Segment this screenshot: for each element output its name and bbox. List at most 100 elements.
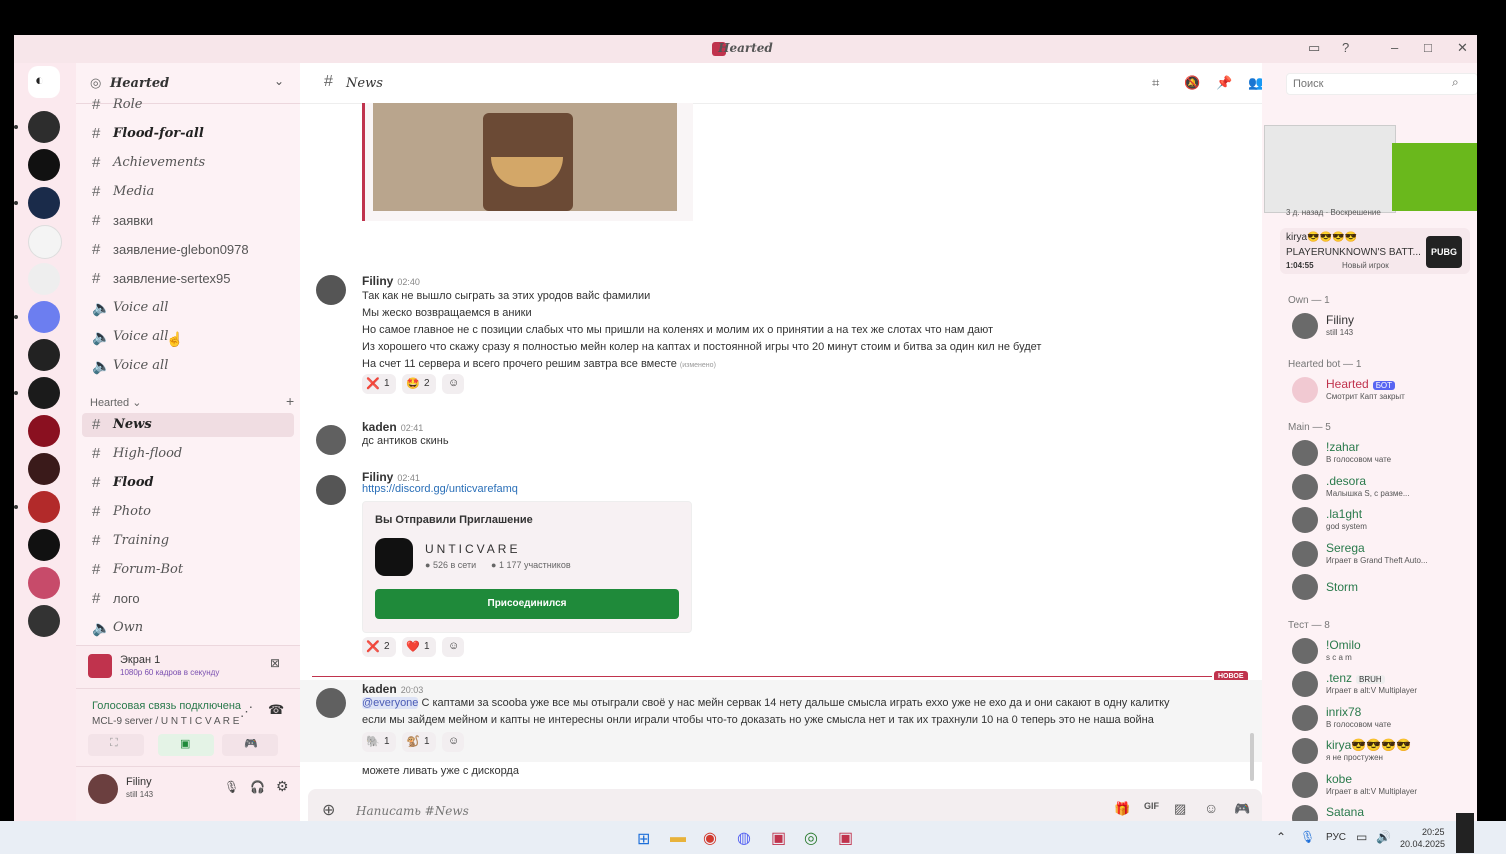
channel-top-3[interactable]: # Media xyxy=(82,180,294,204)
channel-top-5[interactable]: # заявление-glebon0978 xyxy=(82,238,294,262)
mic-tray-icon[interactable]: 🎙 xyxy=(1300,830,1315,844)
message-author[interactable]: kaden xyxy=(362,682,397,696)
add-attachment-icon[interactable]: ⊕ xyxy=(322,800,335,820)
avatar[interactable] xyxy=(1292,738,1318,764)
server-icon[interactable] xyxy=(28,301,60,333)
noise-suppression-icon[interactable]: ⋰ xyxy=(240,704,253,720)
chevron-up-icon[interactable]: ⌃ xyxy=(1276,830,1286,844)
gif-icon[interactable]: GIF xyxy=(1144,801,1159,811)
server-icon[interactable] xyxy=(28,491,60,523)
server-icon[interactable] xyxy=(28,187,60,219)
reaction[interactable]: ❌ 2 xyxy=(362,637,396,657)
stop-stream-icon[interactable]: ⊠ xyxy=(270,656,280,670)
channel-top-9[interactable]: 🔈 Voice all xyxy=(82,354,294,378)
add-channel-icon[interactable]: + xyxy=(286,393,294,409)
channel-bottom-1[interactable]: # High-flood xyxy=(82,442,294,466)
channel-bottom-2[interactable]: # Flood xyxy=(82,471,294,495)
channel-bottom-5[interactable]: # Forum-Bot xyxy=(82,558,294,582)
channel-top-6[interactable]: # заявление-sertex95 xyxy=(82,267,294,291)
message-author[interactable]: Filiny xyxy=(362,274,393,288)
avatar[interactable] xyxy=(316,275,346,305)
gift-icon[interactable]: 🎁 xyxy=(1114,801,1130,817)
reaction[interactable]: 🐘 1 xyxy=(362,732,396,752)
file-explorer-icon[interactable]: ▬ xyxy=(670,829,686,847)
member-name[interactable]: kobe xyxy=(1326,772,1352,786)
category-hearted[interactable]: Hearted ⌄ xyxy=(90,396,141,409)
emoji-icon[interactable]: ☺ xyxy=(1204,800,1218,816)
server-icon[interactable] xyxy=(28,149,60,181)
avatar[interactable] xyxy=(1292,671,1318,697)
activity-card[interactable]: kirya😎😎😎😎 PLAYERUNKNOWN'S BATT... 1:04:5… xyxy=(1280,228,1470,274)
embed-image[interactable] xyxy=(373,103,677,211)
everyone-mention[interactable]: @everyone xyxy=(362,697,419,709)
avatar[interactable] xyxy=(1292,771,1318,798)
reaction[interactable]: ❤️ 1 xyxy=(402,637,436,657)
message-input[interactable] xyxy=(354,800,1058,821)
screen-share-button[interactable]: ▣ xyxy=(158,734,214,756)
reaction[interactable]: 🤩 2 xyxy=(402,374,436,394)
avatar[interactable] xyxy=(88,774,118,804)
discord-taskbar-icon[interactable]: ◍ xyxy=(737,828,751,848)
server-icon[interactable] xyxy=(28,605,60,637)
member-name[interactable]: .tenz BRUH xyxy=(1326,671,1385,685)
channel-top-4[interactable]: # заявки xyxy=(82,209,294,233)
search-icon[interactable]: ⌕ xyxy=(1452,75,1459,90)
server-icon[interactable] xyxy=(28,567,60,599)
avatar[interactable] xyxy=(1292,805,1318,821)
discord-home-icon[interactable]: ◐ xyxy=(28,66,60,98)
notification-icon[interactable] xyxy=(1456,813,1474,853)
avatar[interactable] xyxy=(1292,473,1318,500)
activity-button[interactable]: 🎮 xyxy=(222,734,278,756)
avatar[interactable] xyxy=(316,425,346,455)
close-icon[interactable]: ✕ xyxy=(1457,40,1468,56)
clock-date[interactable]: 20.04.2025 xyxy=(1400,839,1445,849)
server-icon[interactable] xyxy=(28,111,60,143)
member-name[interactable]: !Omilo xyxy=(1326,638,1361,652)
add-reaction-button[interactable]: ☺ xyxy=(442,637,464,657)
avatar[interactable] xyxy=(316,475,346,505)
avatar[interactable] xyxy=(1292,574,1318,600)
avatar[interactable] xyxy=(316,688,346,718)
server-icon[interactable] xyxy=(28,415,60,447)
windows-start-icon[interactable]: ⊞ xyxy=(637,829,650,849)
clock-time[interactable]: 20:25 xyxy=(1422,827,1445,837)
member-name[interactable]: Storm xyxy=(1326,580,1358,594)
member-name[interactable]: .desora xyxy=(1326,474,1366,488)
language-indicator[interactable]: РУС xyxy=(1326,832,1346,843)
apps-icon[interactable]: 🎮 xyxy=(1234,801,1250,817)
app-taskbar-icon[interactable]: ▣ xyxy=(838,828,853,848)
headphones-icon[interactable]: 🎧 xyxy=(250,780,265,794)
minimize-icon[interactable]: – xyxy=(1391,40,1398,55)
server-icon[interactable] xyxy=(28,377,60,409)
avatar[interactable] xyxy=(1292,507,1318,533)
message-author[interactable]: kaden xyxy=(362,420,397,434)
settings-gear-icon[interactable]: ⚙ xyxy=(276,778,289,795)
member-name[interactable]: Serega xyxy=(1326,541,1365,555)
channel-top-7[interactable]: 🔈 Voice all xyxy=(82,296,294,320)
voice-server[interactable]: MCL-9 server / U N T I C V A R E xyxy=(92,716,239,727)
channel-bottom-7[interactable]: 🔈 Own xyxy=(82,616,294,640)
volume-icon[interactable]: 🔊 xyxy=(1376,830,1391,844)
chevron-down-icon[interactable]: ⌄ xyxy=(274,74,284,88)
add-reaction-button[interactable]: ☺ xyxy=(442,374,464,394)
app-taskbar-icon[interactable]: ▣ xyxy=(771,828,786,848)
invite-link[interactable]: https://discord.gg/unticvarefamq xyxy=(362,483,518,495)
server-icon[interactable] xyxy=(28,529,60,561)
notification-bell-icon[interactable]: 🔕 xyxy=(1184,75,1200,91)
avatar[interactable] xyxy=(1292,313,1318,339)
member-name[interactable]: Hearted БОТ xyxy=(1326,377,1395,391)
maximize-icon[interactable]: □ xyxy=(1424,40,1432,55)
avatar[interactable] xyxy=(1292,440,1318,466)
browser-icon[interactable]: ◉ xyxy=(703,828,717,848)
search-input[interactable] xyxy=(1286,73,1477,95)
help-icon[interactable]: ? xyxy=(1342,40,1349,55)
camera-button[interactable]: ⛶ xyxy=(88,734,144,756)
add-reaction-button[interactable]: ☺ xyxy=(442,732,464,752)
channel-top-1[interactable]: # Flood-for-all xyxy=(82,122,294,146)
server-icon[interactable] xyxy=(28,339,60,371)
member-name[interactable]: Satana xyxy=(1326,805,1364,819)
server-icon[interactable] xyxy=(28,225,62,259)
screen-preview[interactable] xyxy=(1264,125,1396,213)
server-icon[interactable] xyxy=(28,263,60,295)
channel-top-2[interactable]: # Achievements xyxy=(82,151,294,175)
